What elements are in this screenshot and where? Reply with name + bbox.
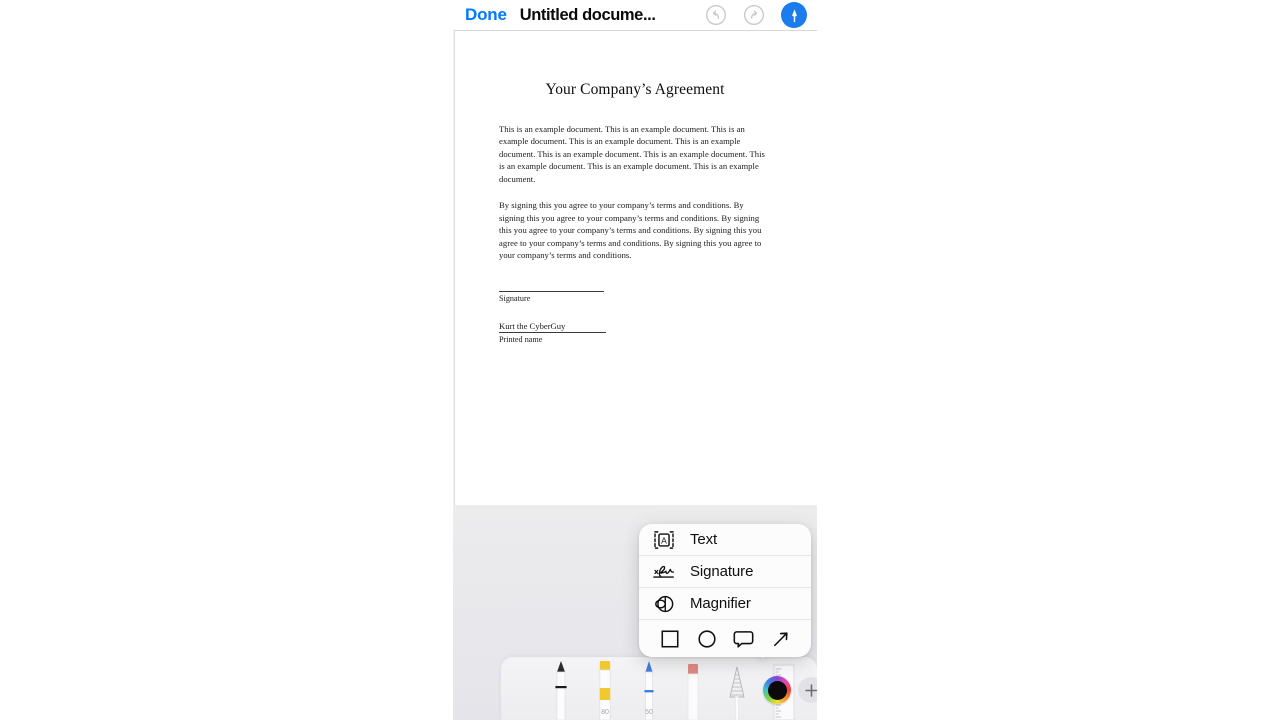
pen-tool-icon [555,661,567,720]
undo-button[interactable] [703,3,728,28]
lasso-tool[interactable] [725,657,749,720]
pencil-tool[interactable]: 50 [637,657,661,720]
square-shape-icon[interactable] [657,626,683,652]
document-paragraph-2: By signing this you agree to your compan… [499,200,762,261]
markup-toggle-button[interactable] [781,2,807,28]
signature-icon [650,562,678,582]
document-page[interactable]: Your Company’s Agreement This is an exam… [454,30,817,505]
undo-arrow-icon [705,4,726,26]
signature-block: Signature [499,290,771,303]
navigation-bar: Done Untitled docume... [453,0,817,30]
popup-item-signature-label: Signature [690,563,754,580]
redo-arrow-icon [743,4,764,26]
pen-tool[interactable] [549,657,573,720]
add-markup-popup-menu: A Text Signature Magnifier [639,524,811,657]
highlighter-tool[interactable]: 80 [593,657,617,720]
markup-pen-icon [791,8,797,22]
arrow-shape-icon[interactable] [768,626,794,652]
markup-app-window: Done Untitled docume... Your Company’s A… [453,0,817,720]
document-title[interactable]: Untitled docume... [520,6,656,25]
popup-item-text[interactable]: A Text [639,524,811,556]
printed-name-block: Kurt the CyberGuy Printed name [499,321,771,344]
document-paragraph-1: This is an example document. This is an … [499,124,765,184]
markup-tool-tray: 80 50 [501,657,817,720]
printed-name-value[interactable]: Kurt the CyberGuy [499,321,606,333]
eraser-tool[interactable] [681,657,705,720]
popup-item-text-label: Text [690,531,718,548]
add-tool-button[interactable] [798,677,817,703]
document-content: Your Company’s Agreement This is an exam… [499,31,771,344]
plus-icon [804,683,817,697]
svg-text:A: A [661,535,667,545]
done-button[interactable]: Done [461,5,511,25]
lasso-tool-icon [729,666,745,720]
highlighter-opacity-value: 80 [601,709,609,716]
highlighter-tool-icon: 80 [599,661,611,720]
pencil-tool-icon: 50 [644,661,654,720]
markup-tray-area: A Text Signature Magnifier 80 50 [453,505,817,720]
circle-shape-icon[interactable] [694,626,720,652]
popup-shape-row [639,620,811,657]
pencil-opacity-value: 50 [645,709,653,716]
magnifier-icon [650,594,678,614]
document-heading: Your Company’s Agreement [545,81,725,98]
printed-name-label: Printed name [499,334,543,344]
popup-item-magnifier[interactable]: Magnifier [639,588,811,620]
screen: Done Untitled docume... Your Company’s A… [0,0,1280,720]
speech-bubble-shape-icon[interactable] [731,626,757,652]
redo-button[interactable] [741,3,766,28]
text-box-icon: A [650,530,678,549]
popup-item-magnifier-label: Magnifier [690,595,751,612]
color-picker[interactable] [763,676,791,704]
popup-item-signature[interactable]: Signature [639,556,811,588]
signature-label: Signature [499,293,531,303]
signature-line[interactable] [499,290,604,292]
eraser-tool-icon [687,664,699,720]
